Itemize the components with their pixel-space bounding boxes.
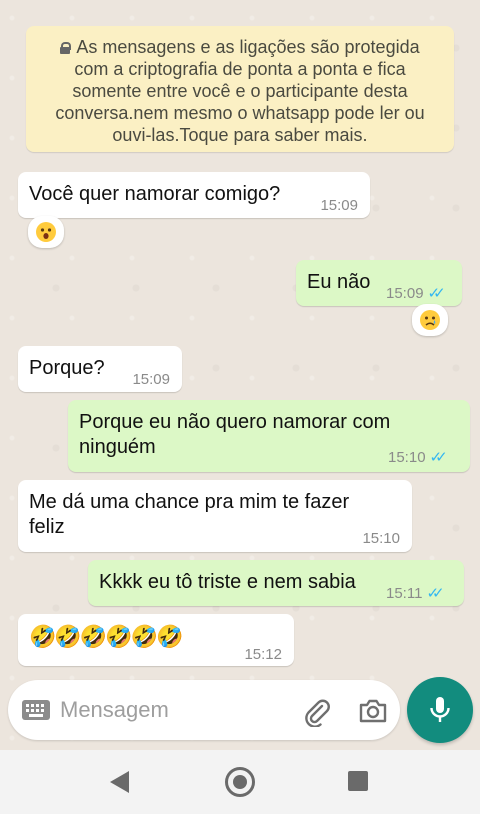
microphone-button[interactable] xyxy=(407,677,473,743)
paperclip-icon[interactable] xyxy=(302,697,332,727)
message-text: Você quer namorar comigo? xyxy=(29,183,281,205)
encryption-notice-text: As mensagens e as ligações são protegida… xyxy=(55,37,425,145)
double-check-read-icon: ✓✓ xyxy=(427,285,446,302)
message-text: Kkkk eu tô triste e nem sabia xyxy=(99,571,356,593)
home-icon[interactable] xyxy=(225,767,255,797)
encryption-notice[interactable]: As mensagens e as ligações são protegida… xyxy=(26,26,454,152)
message-time: 15:10 xyxy=(362,530,400,547)
message-outgoing[interactable]: Eu não 15:09 ✓✓ xyxy=(296,260,462,306)
double-check-read-icon: ✓✓ xyxy=(429,449,448,466)
sad-tear-face-icon xyxy=(420,310,440,330)
message-text: Eu não xyxy=(307,271,371,293)
message-text-line: ninguém xyxy=(79,436,156,458)
message-time: 15:10 xyxy=(388,449,426,466)
message-text-line: Porque eu não quero namorar com xyxy=(79,411,391,433)
message-composer[interactable]: Mensagem xyxy=(8,680,400,740)
message-text-line: feliz xyxy=(29,516,65,538)
message-emoji-text: 🤣🤣🤣🤣🤣🤣 xyxy=(29,624,183,649)
system-nav-bar xyxy=(0,750,480,814)
message-time: 15:09 xyxy=(386,285,424,302)
camera-icon[interactable] xyxy=(358,697,388,725)
message-time: 15:12 xyxy=(244,646,282,663)
reaction-badge[interactable] xyxy=(28,216,64,248)
message-incoming[interactable]: 🤣🤣🤣🤣🤣🤣 15:12 xyxy=(18,614,294,666)
message-time: 15:09 xyxy=(320,197,358,214)
message-incoming[interactable]: Porque? 15:09 xyxy=(18,346,182,392)
message-text: Porque? xyxy=(29,357,105,379)
message-text-line: Me dá uma chance pra mim te fazer xyxy=(29,491,350,513)
chat-area[interactable]: As mensagens e as ligações são protegida… xyxy=(0,0,480,750)
reaction-badge[interactable] xyxy=(412,304,448,336)
message-time: 15:09 xyxy=(132,371,170,388)
message-input[interactable]: Mensagem xyxy=(60,697,169,723)
message-outgoing[interactable]: Kkkk eu tô triste e nem sabia 15:11 ✓✓ xyxy=(88,560,464,606)
message-time: 15:11 xyxy=(386,585,423,602)
back-icon[interactable] xyxy=(110,771,129,793)
double-check-read-icon: ✓✓ xyxy=(426,585,444,602)
astonished-face-icon xyxy=(36,222,56,242)
microphone-icon xyxy=(430,697,450,722)
message-incoming[interactable]: Me dá uma chance pra mim te fazer feliz … xyxy=(18,480,412,552)
recent-apps-icon[interactable] xyxy=(348,771,368,791)
message-incoming[interactable]: Você quer namorar comigo? 15:09 xyxy=(18,172,370,218)
message-outgoing[interactable]: Porque eu não quero namorar com ninguém … xyxy=(68,400,470,472)
lock-icon xyxy=(60,42,72,54)
keyboard-icon[interactable] xyxy=(22,700,50,720)
